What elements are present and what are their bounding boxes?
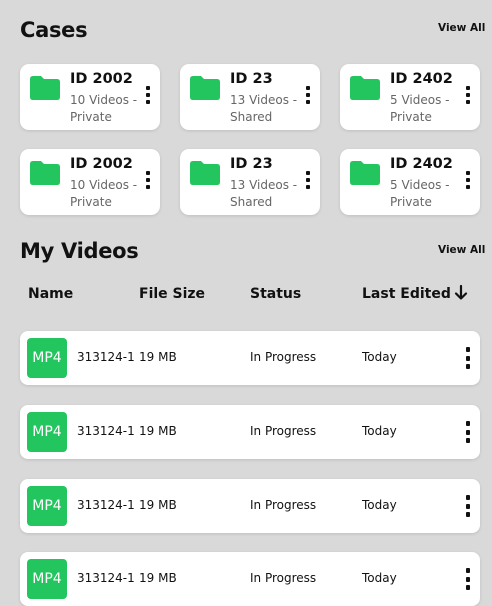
more-options-icon[interactable]	[465, 86, 471, 104]
case-visibility: Private	[390, 110, 432, 124]
table-row[interactable]: MP4 313124-1 19 MB In Progress Today	[20, 479, 480, 533]
case-card[interactable]: ID 2402 5 Videos - Private	[340, 149, 480, 215]
case-id: ID 2002	[70, 156, 133, 172]
case-video-count: 13 Videos -	[230, 178, 298, 192]
more-options-icon[interactable]	[305, 171, 311, 189]
more-options-icon[interactable]	[465, 171, 471, 189]
video-status: In Progress	[250, 571, 317, 585]
more-options-icon[interactable]	[305, 86, 311, 104]
videos-view-all-link[interactable]: View All	[438, 244, 485, 256]
case-id: ID 23	[230, 71, 273, 87]
case-card[interactable]: ID 2002 10 Videos - Private	[20, 64, 160, 130]
arrow-down-icon[interactable]	[454, 284, 468, 302]
mp4-file-icon: MP4	[27, 486, 67, 526]
folder-icon	[350, 161, 380, 185]
case-id: ID 2002	[70, 71, 133, 87]
video-file-size: 19 MB	[139, 498, 177, 512]
mp4-file-icon: MP4	[27, 412, 67, 452]
table-row[interactable]: MP4 313124-1 19 MB In Progress Today	[20, 331, 480, 385]
case-id: ID 2402	[390, 156, 453, 172]
case-meta: 13 Videos - Shared	[230, 92, 306, 126]
more-options-icon[interactable]	[465, 568, 471, 590]
video-last-edited: Today	[362, 571, 397, 585]
case-video-count: 5 Videos -	[390, 178, 450, 192]
video-status: In Progress	[250, 350, 317, 364]
column-header-file-size[interactable]: File Size	[139, 286, 205, 302]
case-card[interactable]: ID 23 13 Videos - Shared	[180, 64, 320, 130]
case-video-count: 10 Videos -	[70, 178, 138, 192]
video-name: 313124-1	[77, 498, 135, 512]
video-name: 313124-1	[77, 424, 135, 438]
case-card[interactable]: ID 2402 5 Videos - Private	[340, 64, 480, 130]
case-visibility: Private	[70, 195, 112, 209]
case-id: ID 23	[230, 156, 273, 172]
case-id: ID 2402	[390, 71, 453, 87]
case-video-count: 13 Videos -	[230, 93, 298, 107]
more-options-icon[interactable]	[145, 86, 151, 104]
case-meta: 5 Videos - Private	[390, 92, 466, 126]
folder-icon	[30, 161, 60, 185]
case-video-count: 5 Videos -	[390, 93, 450, 107]
folder-icon	[30, 76, 60, 100]
video-file-size: 19 MB	[139, 571, 177, 585]
case-meta: 10 Videos - Private	[70, 92, 146, 126]
table-row[interactable]: MP4 313124-1 19 MB In Progress Today	[20, 552, 480, 606]
case-visibility: Shared	[230, 195, 273, 209]
video-last-edited: Today	[362, 424, 397, 438]
mp4-file-icon: MP4	[27, 559, 67, 599]
my-videos-title: My Videos	[20, 239, 139, 263]
column-header-last-edited[interactable]: Last Edited	[362, 286, 451, 302]
video-name: 313124-1	[77, 350, 135, 364]
folder-icon	[350, 76, 380, 100]
case-card[interactable]: ID 2002 10 Videos - Private	[20, 149, 160, 215]
video-name: 313124-1	[77, 571, 135, 585]
video-status: In Progress	[250, 498, 317, 512]
case-video-count: 10 Videos -	[70, 93, 138, 107]
more-options-icon[interactable]	[465, 495, 471, 517]
cases-title: Cases	[20, 18, 88, 42]
video-status: In Progress	[250, 424, 317, 438]
cases-view-all-link[interactable]: View All	[438, 22, 485, 34]
more-options-icon[interactable]	[465, 421, 471, 443]
case-meta: 13 Videos - Shared	[230, 177, 306, 211]
column-header-status[interactable]: Status	[250, 286, 301, 302]
video-file-size: 19 MB	[139, 424, 177, 438]
case-visibility: Private	[390, 195, 432, 209]
more-options-icon[interactable]	[465, 347, 471, 369]
video-last-edited: Today	[362, 498, 397, 512]
case-meta: 5 Videos - Private	[390, 177, 466, 211]
case-visibility: Shared	[230, 110, 273, 124]
folder-icon	[190, 161, 220, 185]
case-meta: 10 Videos - Private	[70, 177, 146, 211]
more-options-icon[interactable]	[145, 171, 151, 189]
video-file-size: 19 MB	[139, 350, 177, 364]
folder-icon	[190, 76, 220, 100]
case-visibility: Private	[70, 110, 112, 124]
video-last-edited: Today	[362, 350, 397, 364]
table-row[interactable]: MP4 313124-1 19 MB In Progress Today	[20, 405, 480, 459]
column-header-name[interactable]: Name	[28, 286, 73, 302]
mp4-file-icon: MP4	[27, 338, 67, 378]
case-card[interactable]: ID 23 13 Videos - Shared	[180, 149, 320, 215]
